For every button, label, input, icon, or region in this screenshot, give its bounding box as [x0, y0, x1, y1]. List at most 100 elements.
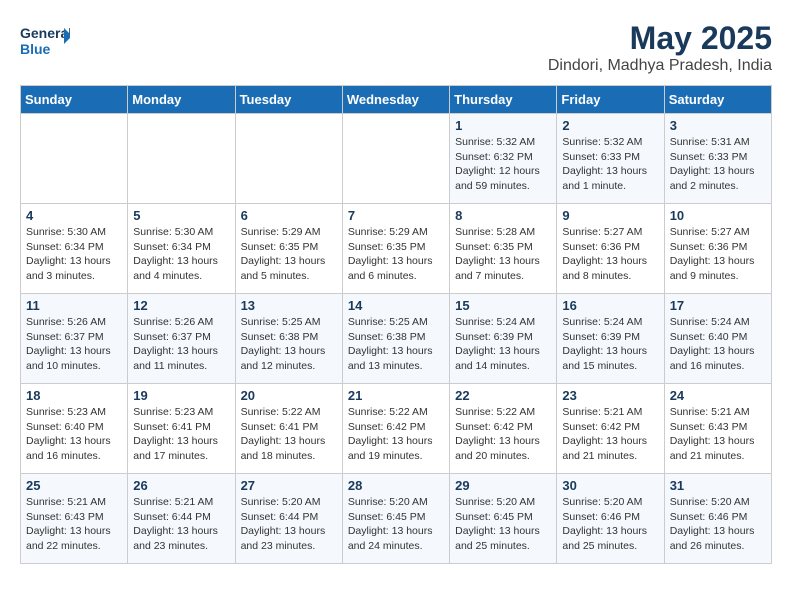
calendar-cell: 16Sunrise: 5:24 AM Sunset: 6:39 PM Dayli… — [557, 294, 664, 384]
day-info: Sunrise: 5:32 AM Sunset: 6:33 PM Dayligh… — [562, 135, 658, 194]
calendar-cell: 17 Sunrise: 5:24 AM Sunset: 6:40 PM Dayli… — [664, 294, 771, 384]
day-info: Sunrise: 5:32 AM Sunset: 6:32 PM Dayligh… — [455, 135, 551, 194]
day-number: 1 — [455, 118, 551, 133]
day-info: Sunrise: 5:20 AM Sunset: 6:45 PM Dayligh… — [455, 495, 551, 554]
day-number: 30 — [562, 478, 658, 493]
logo: General Blue — [20, 20, 70, 64]
day-info: Sunrise: 5:25 AM Sunset: 6:38 PM Dayligh… — [241, 315, 337, 374]
calendar-cell — [21, 114, 128, 204]
day-info: Sunrise: 5:24 AM Sunset: 6:39 PM Dayligh… — [455, 315, 551, 374]
calendar-cell: 20 Sunrise: 5:22 AM Sunset: 6:41 PM Dayli… — [235, 384, 342, 474]
day-number: 2 — [562, 118, 658, 133]
week-row-4: 18 Sunrise: 5:23 AM Sunset: 6:40 PM Dayli… — [21, 384, 772, 474]
weekday-header-saturday: Saturday — [664, 86, 771, 114]
calendar-cell: 6 Sunrise: 5:29 AM Sunset: 6:35 PM Daylig… — [235, 204, 342, 294]
weekday-header-tuesday: Tuesday — [235, 86, 342, 114]
day-info: Sunrise: 5:24 AM Sunset: 6:40 PM Dayligh… — [670, 315, 766, 374]
weekday-header-wednesday: Wednesday — [342, 86, 449, 114]
day-info: Sunrise: 5:22 AM Sunset: 6:42 PM Dayligh… — [455, 405, 551, 464]
day-number: 6 — [241, 208, 337, 223]
day-number: 22 — [455, 388, 551, 403]
calendar-table: SundayMondayTuesdayWednesdayThursdayFrid… — [20, 85, 772, 564]
calendar-cell: 27Sunrise: 5:20 AM Sunset: 6:44 PM Dayli… — [235, 474, 342, 564]
day-number: 3 — [670, 118, 766, 133]
day-info: Sunrise: 5:22 AM Sunset: 6:41 PM Dayligh… — [241, 405, 337, 464]
calendar-cell: 8 Sunrise: 5:28 AM Sunset: 6:35 PM Daylig… — [450, 204, 557, 294]
calendar-cell: 4 Sunrise: 5:30 AM Sunset: 6:34 PM Daylig… — [21, 204, 128, 294]
day-number: 20 — [241, 388, 337, 403]
day-number: 31 — [670, 478, 766, 493]
calendar-cell: 22 Sunrise: 5:22 AM Sunset: 6:42 PM Dayli… — [450, 384, 557, 474]
day-number: 17 — [670, 298, 766, 313]
title-block: May 2025 Dindori, Madhya Pradesh, India — [548, 20, 772, 75]
day-number: 28 — [348, 478, 444, 493]
day-number: 24 — [670, 388, 766, 403]
day-number: 27 — [241, 478, 337, 493]
logo-svg: General Blue — [20, 20, 70, 64]
day-number: 15 — [455, 298, 551, 313]
calendar-cell: 15 Sunrise: 5:24 AM Sunset: 6:39 PM Dayli… — [450, 294, 557, 384]
calendar-cell — [128, 114, 235, 204]
day-info: Sunrise: 5:25 AM Sunset: 6:38 PM Dayligh… — [348, 315, 444, 374]
calendar-cell: 30 Sunrise: 5:20 AM Sunset: 6:46 PM Dayli… — [557, 474, 664, 564]
day-number: 8 — [455, 208, 551, 223]
calendar-cell: 14 Sunrise: 5:25 AM Sunset: 6:38 PM Dayli… — [342, 294, 449, 384]
day-info: Sunrise: 5:23 AM Sunset: 6:41 PM Dayligh… — [133, 405, 229, 464]
calendar-cell: 21 Sunrise: 5:22 AM Sunset: 6:42 PM Dayli… — [342, 384, 449, 474]
weekday-header-friday: Friday — [557, 86, 664, 114]
calendar-cell: 24 Sunrise: 5:21 AM Sunset: 6:43 PM Dayli… — [664, 384, 771, 474]
day-info: Sunrise: 5:21 AM Sunset: 6:44 PM Dayligh… — [133, 495, 229, 554]
day-number: 5 — [133, 208, 229, 223]
week-row-5: 25Sunrise: 5:21 AM Sunset: 6:43 PM Dayli… — [21, 474, 772, 564]
day-number: 26 — [133, 478, 229, 493]
calendar-cell: 23Sunrise: 5:21 AM Sunset: 6:42 PM Dayli… — [557, 384, 664, 474]
day-number: 21 — [348, 388, 444, 403]
weekday-header-monday: Monday — [128, 86, 235, 114]
weekday-header-sunday: Sunday — [21, 86, 128, 114]
day-info: Sunrise: 5:26 AM Sunset: 6:37 PM Dayligh… — [133, 315, 229, 374]
day-number: 10 — [670, 208, 766, 223]
day-info: Sunrise: 5:26 AM Sunset: 6:37 PM Dayligh… — [26, 315, 122, 374]
day-info: Sunrise: 5:20 AM Sunset: 6:46 PM Dayligh… — [562, 495, 658, 554]
day-number: 9 — [562, 208, 658, 223]
day-info: Sunrise: 5:27 AM Sunset: 6:36 PM Dayligh… — [562, 225, 658, 284]
calendar-cell: 11 Sunrise: 5:26 AM Sunset: 6:37 PM Dayli… — [21, 294, 128, 384]
calendar-cell: 18 Sunrise: 5:23 AM Sunset: 6:40 PM Dayli… — [21, 384, 128, 474]
day-info: Sunrise: 5:21 AM Sunset: 6:43 PM Dayligh… — [670, 405, 766, 464]
calendar-cell: 1 Sunrise: 5:32 AM Sunset: 6:32 PM Daylig… — [450, 114, 557, 204]
calendar-cell: 29 Sunrise: 5:20 AM Sunset: 6:45 PM Dayli… — [450, 474, 557, 564]
calendar-cell: 10 Sunrise: 5:27 AM Sunset: 6:36 PM Dayli… — [664, 204, 771, 294]
day-info: Sunrise: 5:28 AM Sunset: 6:35 PM Dayligh… — [455, 225, 551, 284]
calendar-cell — [342, 114, 449, 204]
weekday-header-row: SundayMondayTuesdayWednesdayThursdayFrid… — [21, 86, 772, 114]
day-info: Sunrise: 5:24 AM Sunset: 6:39 PM Dayligh… — [562, 315, 658, 374]
calendar-cell: 26 Sunrise: 5:21 AM Sunset: 6:44 PM Dayli… — [128, 474, 235, 564]
day-info: Sunrise: 5:29 AM Sunset: 6:35 PM Dayligh… — [241, 225, 337, 284]
day-info: Sunrise: 5:30 AM Sunset: 6:34 PM Dayligh… — [26, 225, 122, 284]
day-info: Sunrise: 5:23 AM Sunset: 6:40 PM Dayligh… — [26, 405, 122, 464]
calendar-cell: 12 Sunrise: 5:26 AM Sunset: 6:37 PM Dayli… — [128, 294, 235, 384]
day-number: 7 — [348, 208, 444, 223]
calendar-cell: 31Sunrise: 5:20 AM Sunset: 6:46 PM Dayli… — [664, 474, 771, 564]
day-info: Sunrise: 5:20 AM Sunset: 6:45 PM Dayligh… — [348, 495, 444, 554]
calendar-cell: 7 Sunrise: 5:29 AM Sunset: 6:35 PM Daylig… — [342, 204, 449, 294]
calendar-cell: 5Sunrise: 5:30 AM Sunset: 6:34 PM Daylig… — [128, 204, 235, 294]
day-info: Sunrise: 5:21 AM Sunset: 6:43 PM Dayligh… — [26, 495, 122, 554]
day-number: 4 — [26, 208, 122, 223]
week-row-1: 1 Sunrise: 5:32 AM Sunset: 6:32 PM Daylig… — [21, 114, 772, 204]
day-number: 18 — [26, 388, 122, 403]
day-info: Sunrise: 5:27 AM Sunset: 6:36 PM Dayligh… — [670, 225, 766, 284]
day-number: 29 — [455, 478, 551, 493]
day-number: 19 — [133, 388, 229, 403]
month-title: May 2025 — [548, 20, 772, 57]
calendar-cell: 2 Sunrise: 5:32 AM Sunset: 6:33 PM Daylig… — [557, 114, 664, 204]
day-number: 11 — [26, 298, 122, 313]
calendar-cell — [235, 114, 342, 204]
calendar-cell: 9 Sunrise: 5:27 AM Sunset: 6:36 PM Daylig… — [557, 204, 664, 294]
day-info: Sunrise: 5:22 AM Sunset: 6:42 PM Dayligh… — [348, 405, 444, 464]
day-info: Sunrise: 5:29 AM Sunset: 6:35 PM Dayligh… — [348, 225, 444, 284]
location-title: Dindori, Madhya Pradesh, India — [548, 57, 772, 75]
day-number: 13 — [241, 298, 337, 313]
day-number: 12 — [133, 298, 229, 313]
day-number: 14 — [348, 298, 444, 313]
